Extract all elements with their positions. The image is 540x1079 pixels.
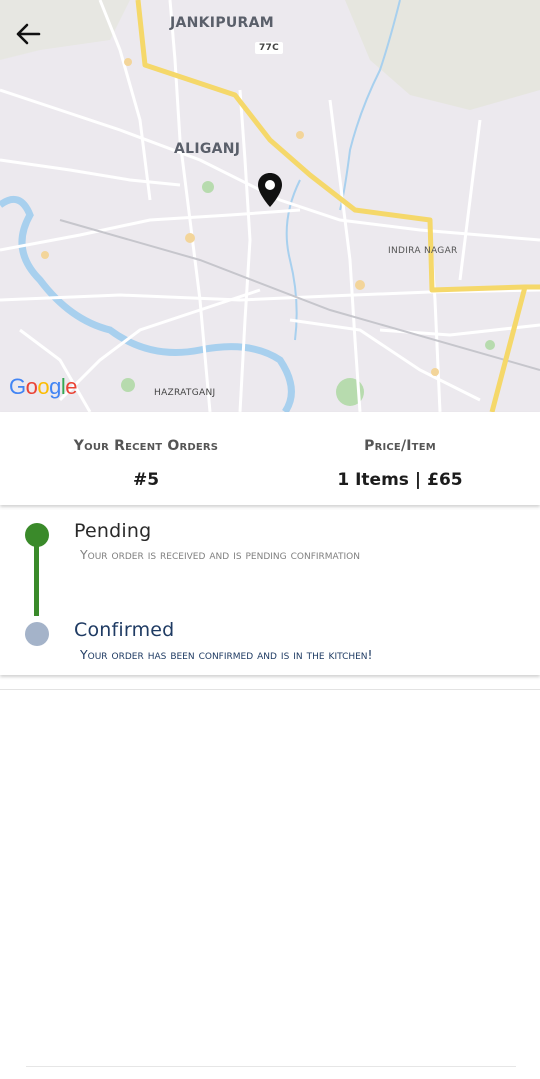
map-label-aliganj: ALIGANJ [174, 141, 241, 157]
price-item-label: Price/Item [364, 438, 436, 454]
map-label-jankipuram: JANKIPURAM [170, 15, 274, 31]
google-logo-letter: G [9, 374, 26, 399]
bottom-divider [26, 1066, 516, 1067]
status-step-pending-description: Your order is received and is pending co… [80, 547, 360, 562]
order-price: £65 [427, 470, 463, 490]
status-step-pending-title: Pending [74, 520, 152, 542]
status-dot-completed [25, 523, 49, 547]
order-summary-card: Your Recent Orders #5 Price/Item 1 Items… [0, 412, 540, 505]
status-step-confirmed-title: Confirmed [74, 619, 175, 641]
google-logo-letter: o [25, 374, 38, 399]
items-price-value: 1 Items | £65 [295, 470, 505, 490]
map-pin-icon[interactable] [257, 172, 283, 212]
status-connector-line [34, 546, 39, 616]
arrow-left-icon [16, 23, 41, 45]
map-label-route: 77C [255, 42, 284, 54]
google-logo-letter: e [65, 374, 78, 399]
divider [0, 689, 540, 690]
price-item-column: Price/Item 1 Items | £65 [295, 412, 505, 490]
map-label-hazratganj: HAZRATGANJ [154, 388, 216, 398]
order-number: #5 [132, 470, 160, 490]
item-count: 1 Items [337, 470, 409, 490]
map-view[interactable]: JANKIPURAM 77C ALIGANJ INDIRA NAGAR HAZR… [0, 0, 540, 412]
google-logo-letter: o [37, 374, 50, 399]
separator: | [414, 470, 422, 490]
order-status-card: Pending Your order is received and is pe… [0, 510, 540, 675]
back-button[interactable] [10, 16, 46, 52]
recent-orders-column: Your Recent Orders #5 [40, 412, 252, 490]
recent-orders-label: Your Recent Orders [73, 438, 219, 454]
status-step-confirmed-description: Your order has been confirmed and is in … [80, 647, 373, 662]
google-logo: Google [9, 374, 78, 400]
google-logo-letter: g [49, 374, 61, 399]
status-dot-upcoming [25, 622, 49, 646]
map-label-indira-nagar: INDIRA NAGAR [388, 246, 458, 256]
